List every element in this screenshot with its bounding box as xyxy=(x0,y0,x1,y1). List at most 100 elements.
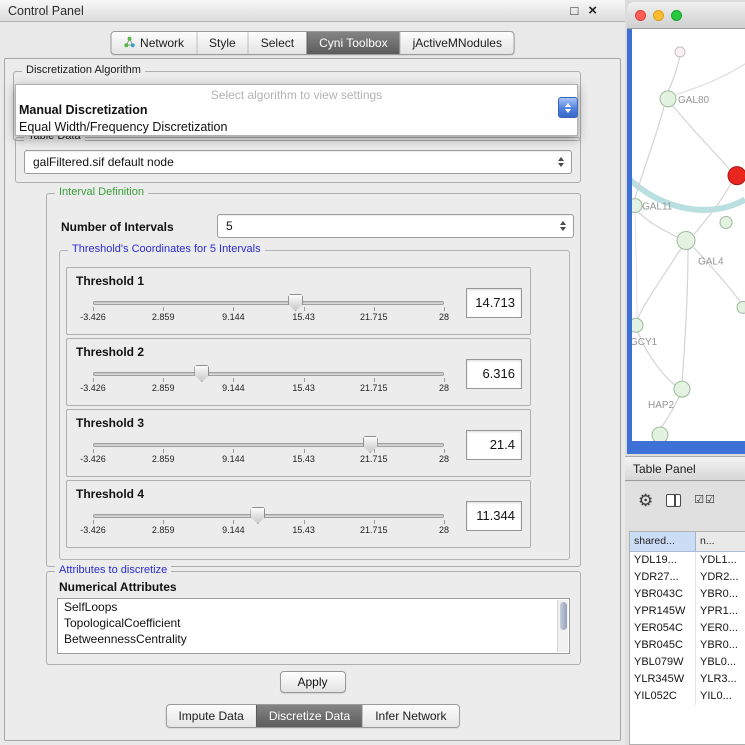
threshold-box-4: Threshold 4-3.4262.8599.14415.4321.71528… xyxy=(66,480,531,548)
minimize-light-icon[interactable] xyxy=(653,10,664,21)
threshold-value-field[interactable]: 6.316 xyxy=(466,359,522,389)
network-edge[interactable] xyxy=(635,213,637,319)
tick-label: 9.144 xyxy=(222,454,245,464)
network-edge[interactable] xyxy=(668,56,680,91)
network-node-gal11[interactable] xyxy=(632,199,642,213)
network-node[interactable] xyxy=(675,47,685,57)
panel-title: Control Panel xyxy=(8,0,84,22)
threshold-box-3: Threshold 3-3.4262.8599.14415.4321.71528… xyxy=(66,409,531,477)
threshold-value-field[interactable]: 21.4 xyxy=(466,430,522,460)
scrollbar-thumb[interactable] xyxy=(560,602,567,630)
apply-button[interactable]: Apply xyxy=(280,671,346,693)
network-edge[interactable] xyxy=(673,106,730,171)
tab-select[interactable]: Select xyxy=(248,32,306,54)
tick-label: 15.43 xyxy=(292,383,315,393)
tab-discretize-data[interactable]: Discretize Data xyxy=(256,705,362,727)
network-node[interactable] xyxy=(728,167,745,185)
table-row[interactable]: YDR27...YDR2... xyxy=(630,569,745,586)
tick-label: 28 xyxy=(439,525,449,535)
table-data-combo[interactable]: galFiltered.sif default node xyxy=(24,150,572,174)
slider-thumb[interactable] xyxy=(288,294,303,311)
tick-mark xyxy=(233,449,234,453)
tick-label: 2.859 xyxy=(152,525,175,535)
dropdown-option-equal-width-frequency-discretization[interactable]: Equal Width/Frequency Discretization xyxy=(16,119,577,136)
network-node-hap2[interactable] xyxy=(674,381,690,397)
network-canvas[interactable]: GAL80GAL11GAL4GCY1HAP2 xyxy=(632,29,745,441)
select-columns-checkboxes-icon[interactable]: ☑☑ xyxy=(694,495,716,506)
table-row[interactable]: YBR045CYBR0... xyxy=(630,637,745,654)
table-cell: YDL1... xyxy=(696,552,745,569)
network-edge[interactable] xyxy=(635,107,664,199)
table-row[interactable]: YLR345WYLR3... xyxy=(630,671,745,688)
dropdown-option-manual-discretization[interactable]: Manual Discretization xyxy=(16,102,577,119)
network-node-gal80[interactable] xyxy=(660,91,676,107)
threshold-slider[interactable]: -3.4262.8599.14415.4321.71528 xyxy=(93,294,444,326)
attribute-items: SelfLoopsTopologicalCoefficientBetweenne… xyxy=(58,599,569,647)
close-icon[interactable]: × xyxy=(588,0,597,22)
numerical-attributes-list[interactable]: SelfLoopsTopologicalCoefficientBetweenne… xyxy=(57,598,570,654)
table-toolbar: ⚙ ☑☑ xyxy=(625,482,745,518)
threshold-slider[interactable]: -3.4262.8599.14415.4321.71528 xyxy=(93,365,444,397)
table-cell: YBR043C xyxy=(630,586,696,603)
table-row[interactable]: YIL052CYIL0... xyxy=(630,688,745,705)
table-panel-body: ⚙ ☑☑ shared... n... YDL19...YDL1...YDR27… xyxy=(625,482,745,745)
tick-label: 15.43 xyxy=(292,454,315,464)
tab-jactivemnodules[interactable]: jActiveMNodules xyxy=(400,32,514,54)
tab-infer-network[interactable]: Infer Network xyxy=(362,705,458,727)
tab-impute-data[interactable]: Impute Data xyxy=(166,705,255,727)
slider-thumb[interactable] xyxy=(250,507,265,524)
tab-label: jActiveMNodules xyxy=(413,36,502,50)
tick-label: 9.144 xyxy=(222,312,245,322)
num-intervals-combo[interactable]: 5 xyxy=(217,214,574,238)
tab-label: Discretize Data xyxy=(269,709,350,723)
column-header-name[interactable]: n... xyxy=(696,532,745,551)
column-header-shared-name[interactable]: shared... xyxy=(630,532,696,551)
attributes-group: Attributes to discretize Numerical Attri… xyxy=(46,571,581,665)
table-row[interactable]: YBR043CYBR0... xyxy=(630,586,745,603)
network-edge[interactable] xyxy=(682,249,688,381)
list-scrollbar[interactable] xyxy=(557,600,568,652)
slider-thumb[interactable] xyxy=(194,365,209,382)
threshold-value-field[interactable]: 11.344 xyxy=(466,501,522,531)
columns-icon[interactable] xyxy=(666,494,681,507)
thresholds-group: Threshold's Coordinates for 5 Intervals … xyxy=(59,250,570,560)
node-label-gcy1: GCY1 xyxy=(632,337,658,348)
threshold-value-field[interactable]: 14.713 xyxy=(466,288,522,318)
threshold-slider[interactable]: -3.4262.8599.14415.4321.71528 xyxy=(93,507,444,539)
table-row[interactable]: YER054CYER0... xyxy=(630,620,745,637)
algorithm-combo-stepper[interactable] xyxy=(558,97,578,118)
tab-label: Cyni Toolbox xyxy=(319,36,387,50)
table-row[interactable]: YPR145WYPR1... xyxy=(630,603,745,620)
attribute-item-betweennesscentrality[interactable]: BetweennessCentrality xyxy=(58,631,569,647)
float-window-icon[interactable]: □ xyxy=(570,0,578,22)
interval-definition-group: Interval Definition Number of Intervals … xyxy=(46,193,581,567)
num-intervals-stepper[interactable] xyxy=(554,217,571,235)
network-node-gcy1[interactable] xyxy=(632,318,643,332)
network-node[interactable] xyxy=(737,301,745,313)
table-row[interactable]: YBL079WYBL0... xyxy=(630,654,745,671)
attribute-item-selfloops[interactable]: SelfLoops xyxy=(58,599,569,615)
slider-track[interactable] xyxy=(93,443,444,447)
slider-track[interactable] xyxy=(93,372,444,376)
network-edge[interactable] xyxy=(675,64,745,95)
table-data-stepper[interactable] xyxy=(552,153,569,171)
slider-track[interactable] xyxy=(93,301,444,305)
network-edge[interactable] xyxy=(639,213,678,238)
table-row[interactable]: YDL19...YDL1... xyxy=(630,552,745,569)
close-light-icon[interactable] xyxy=(635,10,646,21)
tab-style[interactable]: Style xyxy=(196,32,248,54)
attribute-item-topologicalcoefficient[interactable]: TopologicalCoefficient xyxy=(58,615,569,631)
slider-thumb[interactable] xyxy=(363,436,378,453)
tick-mark xyxy=(374,520,375,524)
network-edge[interactable] xyxy=(638,248,681,318)
tab-network[interactable]: Network xyxy=(111,32,196,54)
network-node-gal4[interactable] xyxy=(677,232,695,250)
network-graph[interactable]: GAL80GAL11GAL4GCY1HAP2 xyxy=(632,29,745,441)
threshold-slider[interactable]: -3.4262.8599.14415.4321.71528 xyxy=(93,436,444,468)
tab-cyni-toolbox[interactable]: Cyni Toolbox xyxy=(306,32,399,54)
network-node[interactable] xyxy=(720,217,732,229)
network-node[interactable] xyxy=(652,427,668,441)
gear-icon[interactable]: ⚙ xyxy=(638,492,653,509)
slider-track[interactable] xyxy=(93,514,444,518)
zoom-light-icon[interactable] xyxy=(671,10,682,21)
